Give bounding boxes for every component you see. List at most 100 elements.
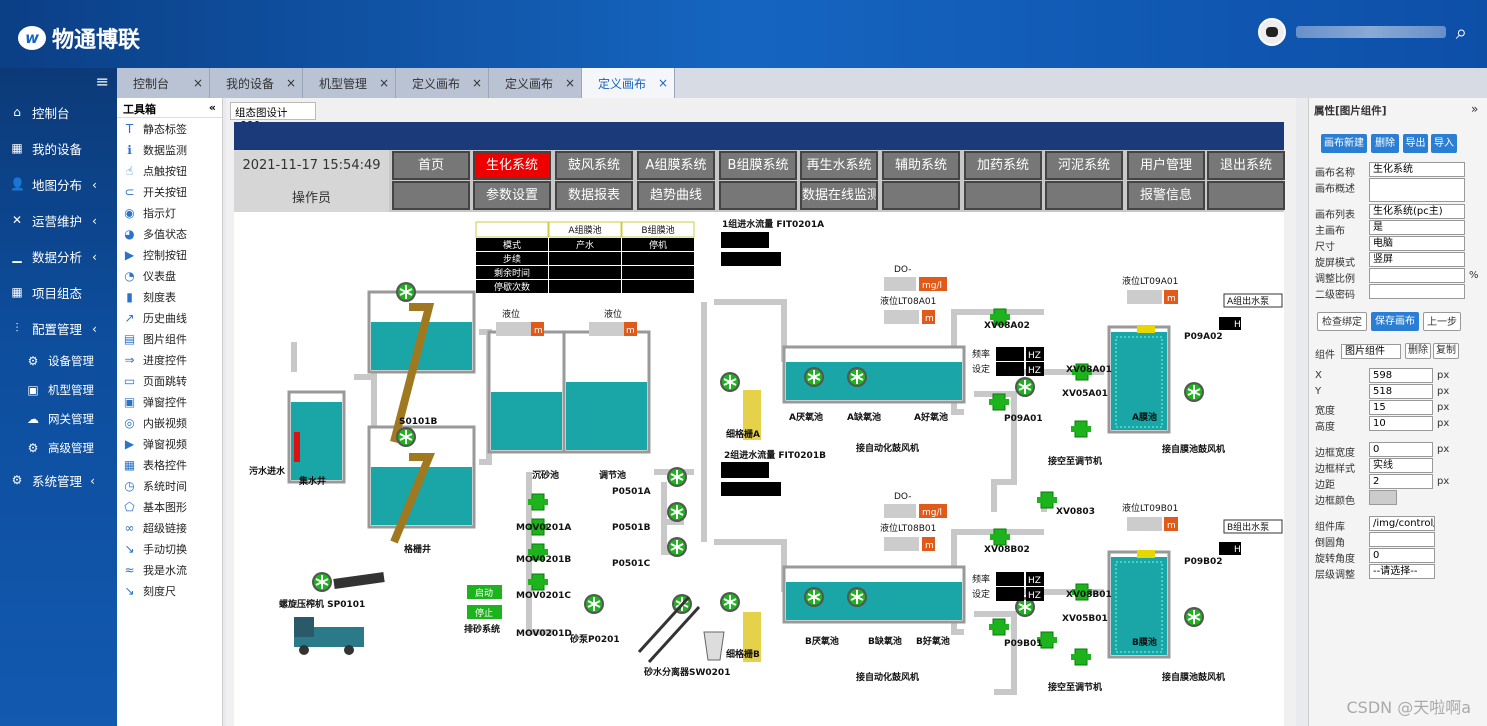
props-button-1[interactable]: 删除 bbox=[1371, 134, 1399, 153]
nav2-button-3[interactable]: 趋势曲线 bbox=[637, 181, 715, 210]
tool-item[interactable]: ◎ 内嵌视频 bbox=[117, 412, 222, 433]
geo-input-2[interactable]: 15 bbox=[1369, 400, 1433, 415]
sidebar-item-system[interactable]: ⚙ 系统管理 ‹ bbox=[0, 462, 117, 498]
tool-item[interactable]: ◔ 仪表盘 bbox=[117, 265, 222, 286]
sidebar-item-1[interactable]: ▦ 我的设备 bbox=[0, 130, 117, 166]
misc-input-0[interactable]: /img/control/管 bbox=[1369, 516, 1435, 531]
nav2-button-4[interactable] bbox=[719, 181, 797, 210]
close-icon[interactable]: × bbox=[193, 76, 203, 90]
collapse-icon[interactable]: « bbox=[209, 101, 216, 114]
nav-button-1[interactable]: 生化系统 bbox=[473, 151, 551, 180]
nav2-button-2[interactable]: 数据报表 bbox=[555, 181, 633, 210]
tool-item[interactable]: ▮ 刻度表 bbox=[117, 286, 222, 307]
nav-button-7[interactable]: 加药系统 bbox=[964, 151, 1042, 180]
tool-item[interactable]: ▭ 页面跳转 bbox=[117, 370, 222, 391]
geo-input-1[interactable]: 518 bbox=[1369, 384, 1433, 399]
nav2-button-6[interactable] bbox=[882, 181, 960, 210]
field-input-5[interactable]: 竖屏 bbox=[1369, 252, 1465, 267]
tool-item[interactable]: ↗ 历史曲线 bbox=[117, 307, 222, 328]
nav-button-9[interactable]: 用户管理 bbox=[1127, 151, 1205, 180]
tool-item[interactable]: ▣ 弹窗控件 bbox=[117, 391, 222, 412]
tab-3[interactable]: 定义画布 × bbox=[396, 68, 489, 98]
sidebar-item-2[interactable]: 👤 地图分布 ‹ bbox=[0, 166, 117, 202]
field-input-4[interactable]: 电脑 bbox=[1369, 236, 1465, 251]
nav2-button-7[interactable] bbox=[964, 181, 1042, 210]
tab-1[interactable]: 我的设备 × bbox=[210, 68, 303, 98]
sidebar-subitem-0[interactable]: ⚙ 设备管理 bbox=[0, 346, 117, 375]
sidebar-item-4[interactable]: ▁ 数据分析 ‹ bbox=[0, 238, 117, 274]
misc-input-2[interactable]: 0 bbox=[1369, 548, 1435, 563]
close-icon[interactable]: × bbox=[379, 76, 389, 90]
field-input-7[interactable] bbox=[1369, 284, 1465, 299]
props-button-3[interactable]: 导入 bbox=[1431, 134, 1457, 153]
geo-input-0[interactable]: 598 bbox=[1369, 368, 1433, 383]
tab-5[interactable]: 定义画布 × bbox=[582, 68, 675, 98]
nav-button-0[interactable]: 首页 bbox=[392, 151, 470, 180]
tool-item[interactable]: ↘ 刻度尺 bbox=[117, 580, 222, 601]
nav2-button-0[interactable] bbox=[392, 181, 470, 210]
tool-item[interactable]: ◉ 指示灯 bbox=[117, 202, 222, 223]
tool-item[interactable]: ▶ 控制按钮 bbox=[117, 244, 222, 265]
field-input-6[interactable] bbox=[1369, 268, 1465, 283]
nav2-button-10[interactable] bbox=[1207, 181, 1285, 210]
comp-select[interactable]: 图片组件 bbox=[1341, 344, 1401, 359]
nav-button-5[interactable]: 再生水系统 bbox=[800, 151, 878, 180]
tool-item[interactable]: ▤ 图片组件 bbox=[117, 328, 222, 349]
nav-button-2[interactable]: 鼓风系统 bbox=[555, 151, 633, 180]
tab-2[interactable]: 机型管理 × bbox=[303, 68, 396, 98]
tool-item[interactable]: ⊂ 开关按钮 bbox=[117, 181, 222, 202]
field-input-0[interactable]: 生化系统 bbox=[1369, 162, 1465, 177]
sidebar-item-5[interactable]: ▦ 项目组态 bbox=[0, 274, 117, 310]
props-button-2[interactable]: 导出 bbox=[1403, 134, 1428, 153]
props-action-2[interactable]: 上一步 bbox=[1423, 312, 1461, 331]
props-button-0[interactable]: 画布新建 bbox=[1321, 134, 1367, 153]
close-icon[interactable]: × bbox=[286, 76, 296, 90]
sidebar-item-0[interactable]: ⌂ 控制台 bbox=[0, 94, 117, 130]
tool-item[interactable]: ≈ 我是水流 bbox=[117, 559, 222, 580]
comp-copy-button[interactable]: 复制 bbox=[1433, 343, 1459, 359]
tab-4[interactable]: 定义画布 × bbox=[489, 68, 582, 98]
comp-delete-button[interactable]: 删除 bbox=[1405, 343, 1431, 359]
sidebar-item-6[interactable]: ⫶ 配置管理 ‹ bbox=[0, 310, 117, 346]
border-input-2[interactable]: 2 bbox=[1369, 474, 1433, 489]
tab-0[interactable]: 控制台 × bbox=[117, 68, 210, 98]
canvas-tab[interactable]: 组态图设计_990 bbox=[230, 102, 316, 132]
tool-item[interactable]: ◷ 系统时间 bbox=[117, 475, 222, 496]
menu-toggle-icon[interactable]: ≡ bbox=[0, 68, 117, 94]
field-input-2[interactable]: 生化系统(pc主) bbox=[1369, 204, 1465, 219]
tool-item[interactable]: ℹ 数据监测 bbox=[117, 139, 222, 160]
close-icon[interactable]: × bbox=[658, 76, 668, 90]
tool-item[interactable]: ∞ 超级链接 bbox=[117, 517, 222, 538]
brand-logo[interactable]: w 物通博联 bbox=[18, 22, 140, 54]
nav2-button-9[interactable]: 报警信息 bbox=[1127, 181, 1205, 210]
props-action-1[interactable]: 保存画布 bbox=[1371, 312, 1419, 331]
nav-button-3[interactable]: A组膜系统 bbox=[637, 151, 715, 180]
geo-input-3[interactable]: 10 bbox=[1369, 416, 1433, 431]
props-action-0[interactable]: 检查绑定 bbox=[1317, 312, 1367, 331]
expand-icon[interactable]: » bbox=[1471, 102, 1478, 116]
sidebar-subitem-3[interactable]: ⚙ 高级管理 bbox=[0, 433, 117, 462]
border-input-3[interactable] bbox=[1369, 490, 1397, 505]
avatar[interactable] bbox=[1257, 18, 1286, 46]
nav2-button-5[interactable]: 数据在线监测 bbox=[800, 181, 878, 210]
field-input-3[interactable]: 是 bbox=[1369, 220, 1465, 235]
close-icon[interactable]: × bbox=[472, 76, 482, 90]
nav-button-10[interactable]: 退出系统 bbox=[1207, 151, 1285, 180]
tool-item[interactable]: T 静态标签 bbox=[117, 118, 222, 139]
nav-button-8[interactable]: 河泥系统 bbox=[1045, 151, 1123, 180]
sidebar-subitem-2[interactable]: ☁ 网关管理 bbox=[0, 404, 117, 433]
tool-item[interactable]: ⇒ 进度控件 bbox=[117, 349, 222, 370]
misc-input-3[interactable]: --请选择-- bbox=[1369, 564, 1435, 579]
close-icon[interactable]: × bbox=[565, 76, 575, 90]
tool-item[interactable]: ☝ 点触按钮 bbox=[117, 160, 222, 181]
nav-button-4[interactable]: B组膜系统 bbox=[719, 151, 797, 180]
tool-item[interactable]: ▶ 弹窗视频 bbox=[117, 433, 222, 454]
border-input-0[interactable]: 0 bbox=[1369, 442, 1433, 457]
tool-item[interactable]: ↘ 手动切换 bbox=[117, 538, 222, 559]
misc-input-1[interactable] bbox=[1369, 532, 1435, 547]
border-input-1[interactable]: 实线 bbox=[1369, 458, 1433, 473]
tool-item[interactable]: ◕ 多值状态 bbox=[117, 223, 222, 244]
tool-item[interactable]: ⬠ 基本图形 bbox=[117, 496, 222, 517]
nav2-button-1[interactable]: 参数设置 bbox=[473, 181, 551, 210]
nav-button-6[interactable]: 辅助系统 bbox=[882, 151, 960, 180]
